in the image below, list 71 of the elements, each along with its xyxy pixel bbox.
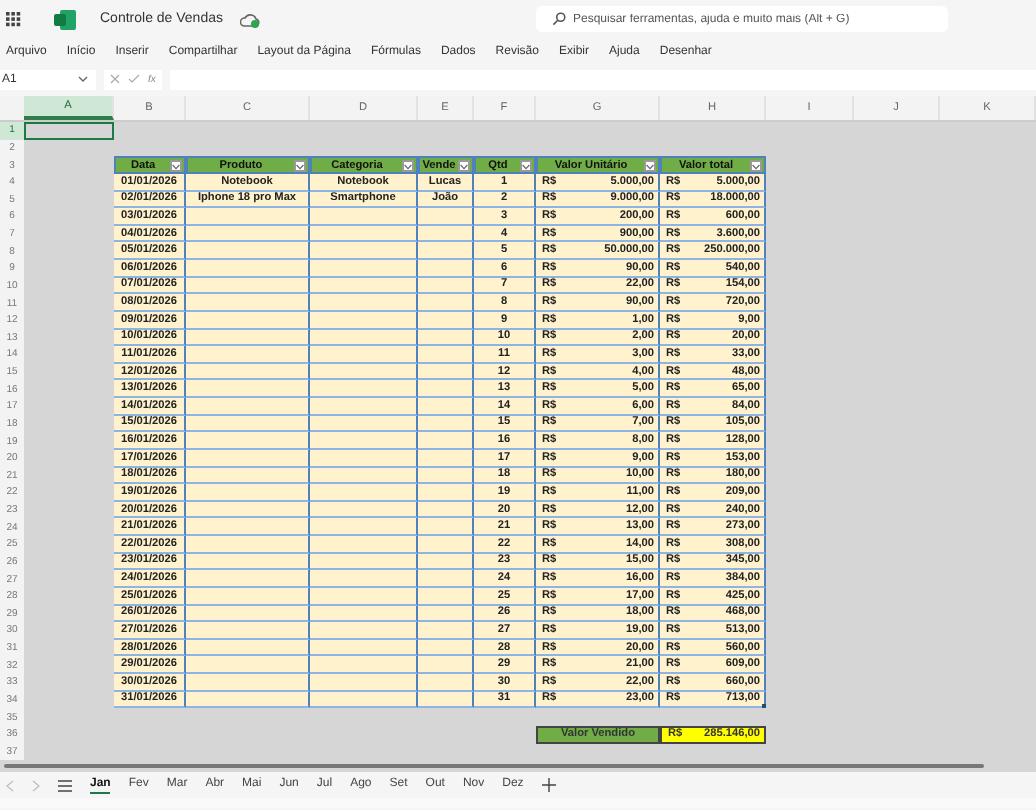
search-icon (551, 12, 565, 26)
table-cell (418, 674, 474, 692)
dropdown-icon (522, 163, 530, 170)
table-cell (186, 294, 310, 312)
table-cell (310, 570, 418, 588)
table-cell (418, 484, 474, 502)
table-cell (418, 208, 474, 226)
table-cell (418, 260, 474, 278)
table-cell (418, 518, 474, 536)
dropdown-icon (404, 163, 412, 170)
table-cell (310, 260, 418, 278)
table-cell (186, 656, 310, 674)
table-cell (418, 656, 474, 674)
table-cell (418, 398, 474, 416)
filter-button[interactable] (750, 160, 762, 173)
table-cell (310, 622, 418, 640)
table-cell (186, 380, 310, 398)
table-cell (186, 242, 310, 260)
filter-button[interactable] (458, 160, 470, 173)
table-cell (310, 242, 418, 260)
table-cell (186, 570, 310, 588)
table-cell (186, 622, 310, 640)
table-cell (310, 294, 418, 312)
table-cell (186, 484, 310, 502)
table-cell (418, 570, 474, 588)
table-cell (310, 432, 418, 450)
table-cell (186, 674, 310, 692)
cancel-icon[interactable] (110, 74, 120, 84)
table-cell (310, 484, 418, 502)
table-cell (186, 518, 310, 536)
table-cell (418, 432, 474, 450)
table-cell (186, 398, 310, 416)
table-cell (186, 260, 310, 278)
table-cell (418, 622, 474, 640)
selected-cell[interactable] (24, 122, 114, 140)
dropdown-icon (172, 163, 180, 170)
check-icon[interactable] (128, 74, 140, 84)
filter-button[interactable] (170, 160, 182, 173)
apps-icon[interactable] (6, 11, 22, 27)
table-cell (418, 536, 474, 554)
filter-button[interactable] (644, 160, 656, 173)
scrollbar-thumb[interactable] (4, 764, 984, 769)
add-icon[interactable] (541, 778, 556, 793)
filter-button[interactable] (520, 160, 532, 173)
table-cell (418, 294, 474, 312)
dropdown-icon (646, 163, 654, 170)
table-cell (186, 208, 310, 226)
table-cell (310, 208, 418, 226)
table-cell (310, 398, 418, 416)
filter-button[interactable] (294, 160, 306, 173)
table-cell (310, 674, 418, 692)
table-cell (310, 346, 418, 364)
spreadsheet-logo-icon (54, 9, 76, 29)
table-cell (310, 380, 418, 398)
dropdown-icon (460, 163, 468, 170)
table-cell (418, 380, 474, 398)
table-cell (418, 242, 474, 260)
cloud-sync-icon (239, 11, 259, 27)
table-cell (418, 346, 474, 364)
resize-handle[interactable] (762, 704, 766, 709)
filter-button[interactable] (402, 160, 414, 173)
dropdown-icon (296, 163, 304, 170)
table-cell (186, 346, 310, 364)
table-cell (186, 432, 310, 450)
table-cell (186, 536, 310, 554)
chevron-down-icon (78, 76, 88, 82)
table-cell (310, 656, 418, 674)
menu-icon[interactable] (58, 779, 72, 792)
dropdown-icon (752, 163, 760, 170)
table-cell (310, 536, 418, 554)
table-cell (310, 518, 418, 536)
